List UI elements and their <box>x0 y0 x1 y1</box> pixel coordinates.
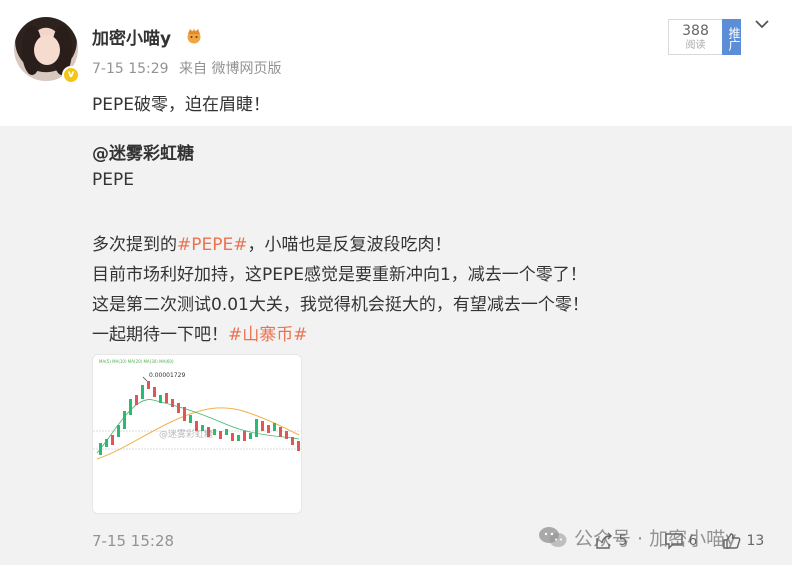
like-count: 13 <box>746 533 765 549</box>
chart-watermark: @迷雾彩虹糖 <box>159 428 213 440</box>
wechat-icon <box>539 527 567 547</box>
crown-icon <box>187 28 201 44</box>
chart-thumbnail[interactable]: MA(5) MA(10) MA(20) MA(30) MA(60) 0.0000… <box>92 354 302 514</box>
read-count: 388 <box>682 23 709 39</box>
verified-badge-icon: v <box>62 66 80 84</box>
share-count: 5 <box>618 533 628 549</box>
share-icon <box>596 532 612 549</box>
repost-time[interactable]: 7-15 15:28 <box>92 532 174 550</box>
post-source: 来自 微博网页版 <box>179 61 282 77</box>
promote-button[interactable]: 推广 <box>722 19 741 55</box>
hashtag-pepe[interactable]: #PEPE# <box>177 235 247 255</box>
svg-text:MA(5) MA(10) MA(20) MA(30) MA(: MA(5) MA(10) MA(20) MA(30) MA(60) <box>99 359 174 364</box>
repost-line-4: 这是第二次测试0.01大关，我觉得机会挺大的，有望减去一个零！ <box>92 295 589 315</box>
post-meta: 7-15 15:29 来自 微博网页版 <box>92 58 287 78</box>
read-label: 阅读 <box>685 40 706 51</box>
comment-button[interactable]: 6 <box>664 532 697 550</box>
repost-author[interactable]: @迷雾彩虹糖 <box>92 139 194 164</box>
comment-icon <box>665 533 683 550</box>
chart-price-label: 0.00001729 <box>149 372 185 379</box>
share-button[interactable]: 5 <box>594 532 627 550</box>
repost-line-1: PEPE <box>92 170 134 190</box>
like-button[interactable]: 13 <box>722 532 764 550</box>
repost-line-3: 目前市场利好加持，这PEPE感觉是要重新冲向1，减去一个零了！ <box>92 265 587 285</box>
comment-count: 6 <box>688 533 698 549</box>
hashtag-altcoin[interactable]: #山寨币# <box>228 325 308 345</box>
candlestick-image: MA(5) MA(10) MA(20) MA(30) MA(60) 0.0000… <box>93 355 301 513</box>
thumbs-up-icon <box>723 533 741 549</box>
post-header: v 加密小喵y 7-15 15:29 来自 微博网页版 388 阅读 推广 PE… <box>0 0 792 126</box>
author-name[interactable]: 加密小喵y <box>92 24 171 49</box>
repost-line-5: 一起期待一下吧！#山寨币# <box>92 325 308 345</box>
weibo-post: v 加密小喵y 7-15 15:29 来自 微博网页版 388 阅读 推广 PE… <box>0 0 792 565</box>
repost-line-2: 多次提到的#PEPE#，小喵也是反复波段吃肉！ <box>92 235 452 255</box>
read-count-box: 388 阅读 <box>668 19 722 55</box>
post-time[interactable]: 7-15 15:29 <box>92 61 169 77</box>
chevron-down-icon[interactable] <box>754 18 770 30</box>
post-text: PEPE破零，迫在眉睫！ <box>92 95 270 115</box>
repost-block: @迷雾彩虹糖 PEPE 多次提到的#PEPE#，小喵也是反复波段吃肉！ 目前市场… <box>0 126 792 565</box>
